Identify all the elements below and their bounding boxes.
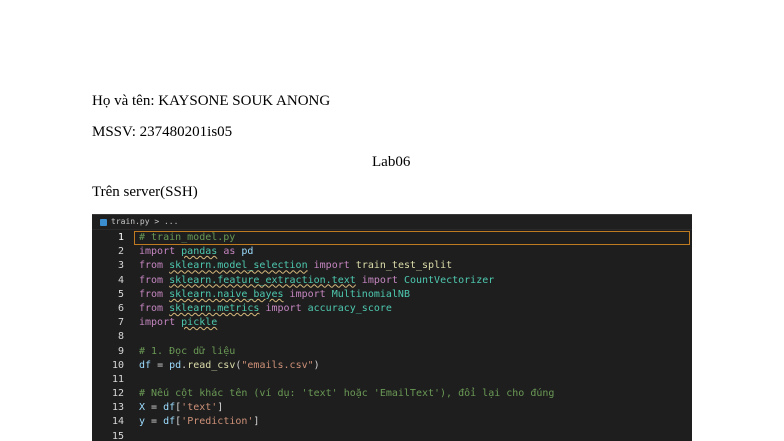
code-line: 12 # Nếu cột khác tên (ví dụ: 'text' hoặc… [92, 387, 692, 401]
line-number: 4 [117, 274, 124, 286]
code-text: import pickle [139, 317, 218, 329]
line-number: 5 [117, 288, 124, 300]
line-number: 11 [111, 373, 124, 385]
code-line: 9 # 1. Đọc dữ liệu [92, 345, 692, 359]
code-line: 1 # train_model.py [92, 231, 692, 246]
student-id-line: MSSV: 237480201is05 [92, 124, 233, 140]
editor-breadcrumb: train.py > ... [111, 217, 179, 226]
code-text: from sklearn.model_selection import trai… [139, 260, 453, 272]
code-line: 14 y = df['Prediction'] [92, 415, 692, 429]
line-number: 14 [111, 416, 124, 428]
code-text: import pandas as pd [139, 246, 254, 258]
line-number: 12 [111, 388, 124, 400]
line-number: 13 [111, 402, 124, 414]
code-line: 7 import pickle [92, 316, 692, 330]
line-number: 7 [117, 317, 124, 329]
code-line: 2 import pandas as pd [92, 245, 692, 259]
editor-breadcrumb-bar: train.py > ... [92, 214, 692, 230]
line-number: 3 [117, 260, 124, 272]
code-text: y = df['Prediction'] [139, 416, 260, 428]
code-text: from sklearn.metrics import accuracy_sco… [139, 302, 392, 314]
line-number: 1 [117, 232, 124, 243]
line-number: 9 [117, 345, 124, 357]
document-title: Lab06 [372, 154, 411, 170]
code-lines: 1 # train_model.py 2 import pandas as pd 3 fr… [92, 230, 692, 441]
line-number: 6 [117, 302, 124, 314]
code-text: from sklearn.naive_bayes import Multinom… [139, 288, 410, 300]
code-text: df = pd.read_csv("emails.csv") [139, 359, 320, 371]
code-text: # 1. Đọc dữ liệu [139, 345, 236, 357]
code-line: 3 from sklearn.model_selection import tra… [92, 259, 692, 273]
code-text: X = df['text'] [139, 402, 224, 414]
student-name-line: Họ và tên: KAYSONE SOUK ANONG [92, 93, 331, 109]
code-line: 6 from sklearn.metrics import accuracy_sc… [92, 302, 692, 316]
code-editor-screenshot: train.py > ... 1 # train_model.py 2 import … [92, 214, 692, 441]
line-number: 2 [117, 246, 124, 258]
code-line: 15 [92, 430, 692, 441]
code-text: # train_model.py [139, 232, 236, 243]
code-line: 11 [92, 373, 692, 387]
code-line: 4 from sklearn.feature_extraction.text im… [92, 274, 692, 288]
line-number: 15 [111, 430, 124, 441]
section-heading: Trên server(SSH) [92, 184, 198, 200]
code-text: from sklearn.feature_extraction.text imp… [139, 274, 495, 286]
python-file-icon [100, 218, 107, 226]
code-line: 8 [92, 330, 692, 344]
line-number: 10 [111, 359, 124, 371]
code-line: 5 from sklearn.naive_bayes import Multino… [92, 288, 692, 302]
code-text: # Nếu cột khác tên (ví dụ: 'text' hoặc '… [139, 388, 555, 400]
code-line: 13 X = df['text'] [92, 401, 692, 415]
line-number: 8 [117, 331, 124, 343]
code-line: 10 df = pd.read_csv("emails.csv") [92, 359, 692, 373]
